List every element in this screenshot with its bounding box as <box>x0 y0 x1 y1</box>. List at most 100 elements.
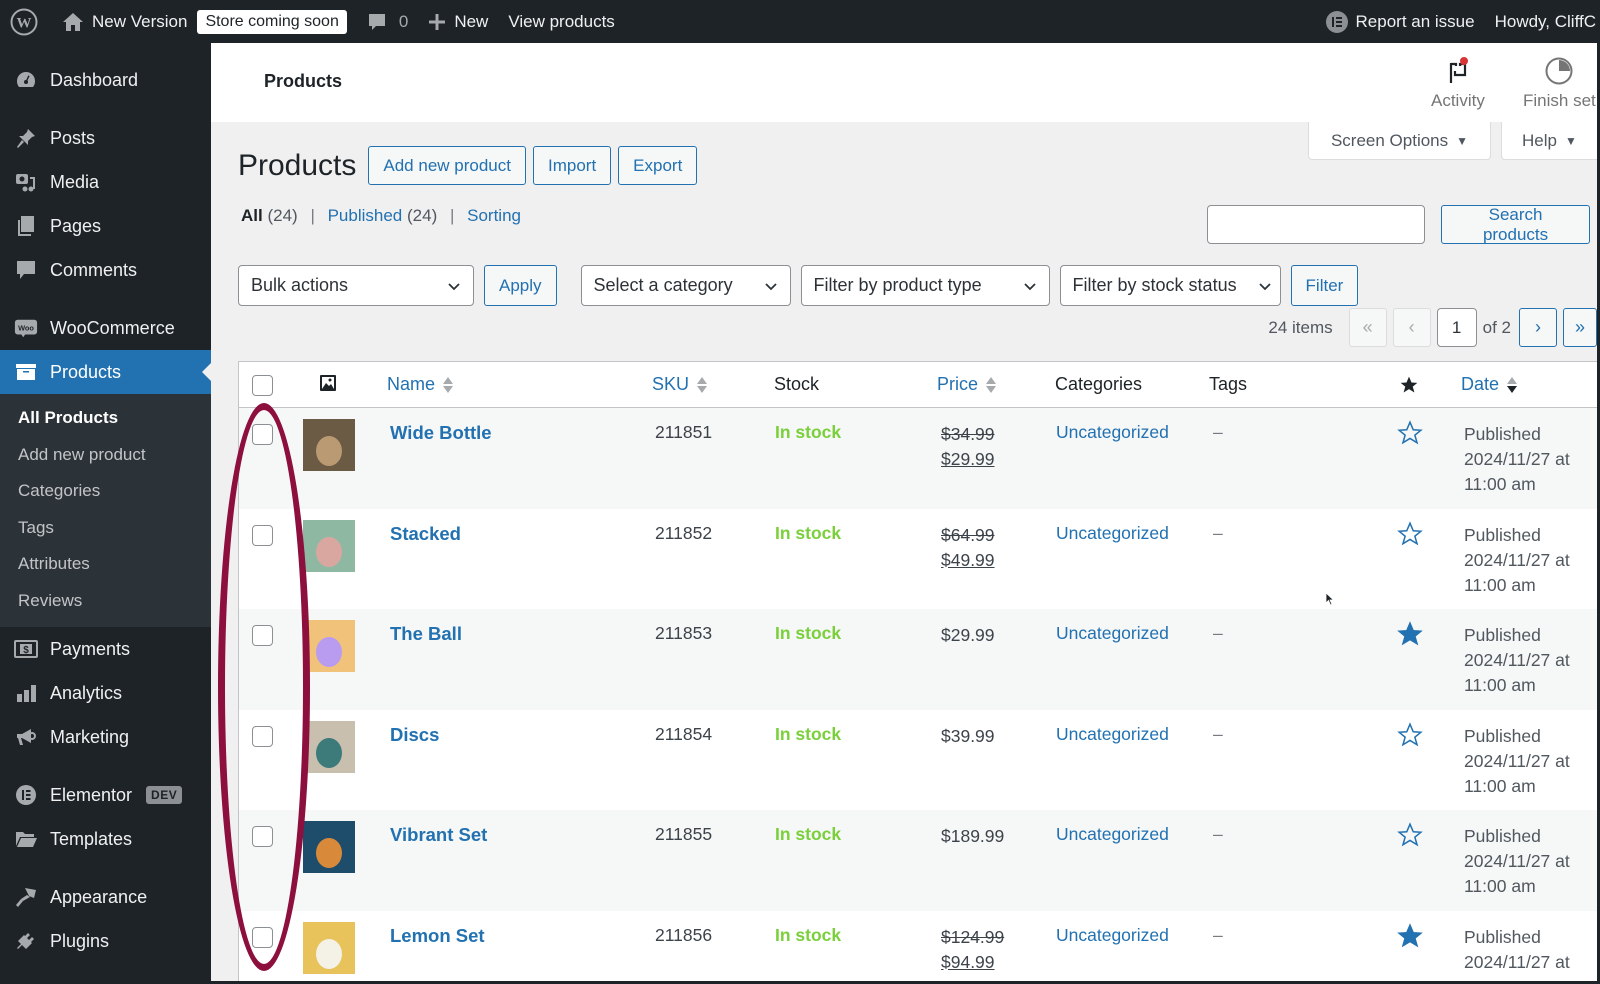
sidebar-item-templates[interactable]: Templates <box>0 817 211 861</box>
view-published-link[interactable]: Published <box>328 206 403 225</box>
product-date: Published 2024/11/27 at 11:00 am <box>1464 422 1570 497</box>
sidebar-item-label: Analytics <box>50 682 123 703</box>
star-filled-icon[interactable] <box>1397 922 1423 949</box>
row-checkbox[interactable] <box>252 424 273 445</box>
submenu-attributes[interactable]: Attributes <box>0 546 211 583</box>
search-products-button[interactable]: Search products <box>1441 205 1590 244</box>
view-all-link[interactable]: All <box>241 206 263 225</box>
view-products-link[interactable]: View products <box>498 0 624 43</box>
sidebar-item-products[interactable]: Products <box>0 350 211 394</box>
sidebar-item-pages[interactable]: Pages <box>0 204 211 248</box>
row-checkbox[interactable] <box>252 625 273 646</box>
filter-button[interactable]: Filter <box>1290 265 1359 306</box>
submenu-categories[interactable]: Categories <box>0 473 211 510</box>
bulk-actions-select[interactable]: Bulk actions <box>238 265 474 306</box>
sidebar-item-marketing[interactable]: Marketing <box>0 715 211 759</box>
first-page-button[interactable]: « <box>1348 308 1387 347</box>
star-outline-icon[interactable] <box>1397 822 1423 848</box>
sidebar-item-media[interactable]: Media <box>0 160 211 204</box>
sidebar-item-woocommerce[interactable]: Woo WooCommerce <box>0 306 211 350</box>
row-checkbox[interactable] <box>252 524 273 546</box>
submenu-all-products[interactable]: All Products <box>0 400 211 437</box>
comments-link[interactable]: 0 <box>357 0 418 43</box>
product-name-link[interactable]: The Ball <box>390 623 462 645</box>
finish-setup-button[interactable]: Finish set <box>1523 55 1596 111</box>
export-button[interactable]: Export <box>618 146 698 185</box>
store-coming-soon-badge[interactable]: Store coming soon <box>197 9 347 34</box>
activity-button[interactable]: Activity <box>1431 55 1485 111</box>
screen-options-button[interactable]: Screen Options ▼ <box>1308 122 1491 160</box>
star-filled-icon[interactable] <box>1397 621 1423 647</box>
product-thumbnail[interactable] <box>303 620 355 672</box>
product-category-link[interactable]: Uncategorized <box>1056 724 1169 745</box>
product-category-link[interactable]: Uncategorized <box>1056 523 1169 544</box>
sidebar-item-analytics[interactable]: Analytics <box>0 671 211 715</box>
new-content-button[interactable]: New <box>418 0 498 43</box>
product-category-link[interactable]: Uncategorized <box>1056 623 1169 644</box>
product-name-link[interactable]: Vibrant Set <box>390 824 487 846</box>
report-issue-link[interactable]: Report an issue <box>1316 0 1485 43</box>
last-page-button[interactable]: » <box>1563 308 1597 347</box>
row-checkbox[interactable] <box>252 725 273 747</box>
stock-status-select[interactable]: Filter by stock status <box>1059 265 1281 306</box>
row-checkbox[interactable] <box>252 926 273 948</box>
submenu-add-new-product[interactable]: Add new product <box>0 437 211 474</box>
sidebar-item-dashboard[interactable]: Dashboard <box>0 58 211 102</box>
product-name-link[interactable]: Discs <box>390 724 439 746</box>
product-thumbnail[interactable] <box>303 720 355 773</box>
add-new-product-button[interactable]: Add new product <box>368 146 526 185</box>
screen-options-label: Screen Options <box>1330 130 1449 150</box>
sidebar-item-label: Marketing <box>50 726 130 747</box>
product-category-link[interactable]: Uncategorized <box>1056 422 1169 443</box>
sidebar-item-payments[interactable]: $ Payments <box>0 627 211 671</box>
product-thumbnail[interactable] <box>303 821 355 873</box>
sale-price: $29.99 <box>941 625 995 645</box>
apply-button[interactable]: Apply <box>484 265 557 306</box>
product-name-link[interactable]: Lemon Set <box>390 925 485 947</box>
help-button[interactable]: Help ▼ <box>1501 122 1597 160</box>
prev-page-button[interactable]: ‹ <box>1392 308 1431 347</box>
product-type-select[interactable]: Filter by product type <box>800 265 1050 306</box>
star-outline-icon[interactable] <box>1397 721 1423 748</box>
select-all-checkbox[interactable] <box>252 375 273 396</box>
current-page-input[interactable]: 1 <box>1436 308 1477 347</box>
table-row: The Ball 211853 In stock $29.99 Uncatego… <box>239 609 1597 710</box>
product-category-link[interactable]: Uncategorized <box>1056 824 1169 845</box>
submenu-reviews[interactable]: Reviews <box>0 583 211 620</box>
column-sku-header[interactable]: SKU <box>652 374 708 395</box>
product-thumbnail[interactable] <box>303 519 355 572</box>
column-price-header[interactable]: Price <box>937 374 997 395</box>
product-sku: 211852 <box>655 522 713 543</box>
product-name-link[interactable]: Stacked <box>390 523 461 545</box>
sidebar-item-label: Products <box>50 361 122 382</box>
sidebar-item-comments[interactable]: Comments <box>0 248 211 292</box>
publish-date: 2024/11/27 at <box>1464 549 1570 570</box>
sidebar-item-plugins[interactable]: Plugins <box>0 919 211 963</box>
product-thumbnail[interactable] <box>303 419 355 471</box>
site-name-link[interactable]: New Version Store coming soon <box>52 0 357 43</box>
product-name-link[interactable]: Wide Bottle <box>390 422 492 444</box>
column-name-header[interactable]: Name <box>387 374 454 395</box>
product-date: Published 2024/11/27 at 11:00 am <box>1464 523 1570 598</box>
wordpress-logo-button[interactable]: W <box>0 0 52 43</box>
sidebar-item-posts[interactable]: Posts <box>0 116 211 160</box>
sidebar-item-elementor[interactable]: Elementor DEV <box>0 773 211 817</box>
star-outline-icon[interactable] <box>1397 420 1423 446</box>
submenu-tags[interactable]: Tags <box>0 510 211 547</box>
plug-icon <box>14 929 38 953</box>
next-page-button[interactable]: › <box>1519 308 1557 347</box>
my-account-menu[interactable]: Howdy, CliffC <box>1485 0 1600 43</box>
import-button[interactable]: Import <box>532 146 612 185</box>
star-outline-icon[interactable] <box>1397 520 1423 547</box>
product-category-link[interactable]: Uncategorized <box>1056 925 1169 946</box>
sidebar-item-appearance[interactable]: Appearance <box>0 875 211 919</box>
view-sorting-link[interactable]: Sorting <box>467 206 521 225</box>
product-thumbnail[interactable] <box>303 921 355 974</box>
search-input[interactable] <box>1207 205 1426 244</box>
caret-down-icon: ▼ <box>1564 133 1577 148</box>
pagination: 24 items « ‹ 1 of 2 › » <box>1268 308 1597 347</box>
category-select[interactable]: Select a category <box>580 265 791 306</box>
column-date-header[interactable]: Date <box>1461 374 1518 395</box>
row-checkbox[interactable] <box>252 826 273 847</box>
column-featured-header[interactable] <box>1399 375 1419 395</box>
